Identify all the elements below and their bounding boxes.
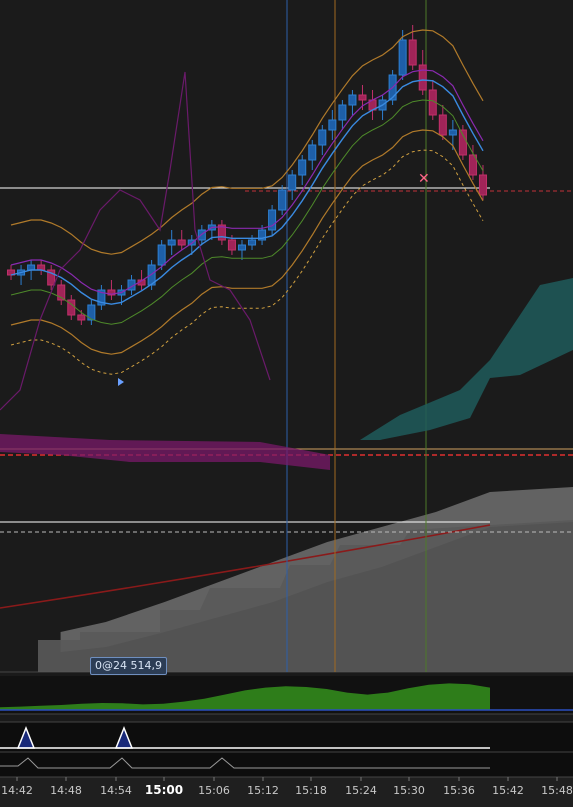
- candle-body: [418, 64, 427, 91]
- candle-body: [237, 244, 246, 251]
- candle-body: [398, 39, 407, 76]
- candle-body: [298, 159, 307, 176]
- candle-body: [288, 174, 297, 191]
- x-tick-label: 15:00: [145, 783, 183, 797]
- candle-body: [318, 129, 327, 146]
- candle-body: [338, 104, 347, 121]
- signal-marker: ✕: [418, 171, 430, 187]
- x-tick-label: 15:42: [492, 784, 524, 797]
- x-tick-label: 15:48: [541, 784, 573, 797]
- candle-body: [408, 39, 417, 66]
- candle-body: [458, 129, 467, 156]
- candle-body: [77, 314, 86, 321]
- candle-body: [27, 264, 36, 271]
- candle-body: [308, 144, 317, 161]
- candle-body: [438, 114, 447, 136]
- x-tick-label: 15:24: [345, 784, 377, 797]
- price-tag: 0@24 514,9: [90, 657, 167, 675]
- x-tick-label: 14:48: [50, 784, 82, 797]
- candle-body: [328, 119, 337, 131]
- candle-body: [448, 129, 457, 136]
- chart-area: ✕ 14:42 14:48 14:54 15:00 15:06 15:12 15:18 15:2…: [0, 0, 573, 807]
- x-axis-panel: [0, 777, 573, 807]
- x-tick-label: 15:36: [443, 784, 475, 797]
- candle-body: [478, 174, 487, 196]
- candle-body: [278, 189, 287, 211]
- x-tick-label: 15:12: [247, 784, 279, 797]
- x-tick-label: 15:18: [295, 784, 327, 797]
- x-tick-label: 15:06: [198, 784, 230, 797]
- chart-svg: ✕ 14:42 14:48 14:54 15:00 15:06 15:12 15:18 15:2…: [0, 0, 573, 807]
- marker2-panel: [0, 752, 573, 777]
- x-tick-label: 15:30: [393, 784, 425, 797]
- candle-body: [227, 239, 236, 251]
- x-tick-label: 14:54: [100, 784, 132, 797]
- candle-body: [177, 239, 186, 246]
- candle-body: [157, 244, 166, 266]
- candle-body: [248, 239, 257, 246]
- candle-body: [37, 264, 46, 271]
- x-tick-label: 14:42: [1, 784, 33, 797]
- candle-body: [167, 239, 176, 246]
- candle-body: [358, 94, 367, 101]
- candle-body: [348, 94, 357, 106]
- candle-body: [197, 229, 206, 241]
